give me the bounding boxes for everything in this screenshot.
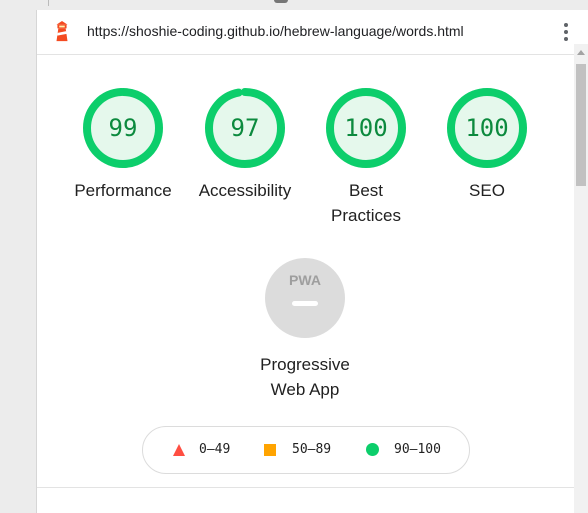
gauge-score: 99 [108, 114, 138, 142]
gauge-label: Best Practices [331, 181, 401, 225]
gauge-label: Progressive Web App [260, 355, 350, 399]
gauge-score: 97 [230, 114, 260, 142]
pwa-na-dash [292, 301, 318, 306]
browser-tab-strip [0, 0, 588, 10]
report-url-bar: https://shoshie-coding.github.io/hebrew-… [37, 10, 588, 55]
gauge-score: 100 [344, 114, 388, 142]
tab-fragment [274, 0, 288, 3]
legend-average-range: 50–89 [292, 442, 332, 457]
pwa-badge-text: PWA [289, 272, 321, 288]
scrollbar[interactable] [574, 44, 588, 513]
scrollbar-thumb[interactable] [576, 64, 586, 186]
gauge-pwa[interactable]: PWA Progressive Web App [253, 258, 357, 402]
gauge-seo[interactable]: 100 SEO [427, 88, 547, 203]
pwa-badge: PWA [265, 258, 345, 338]
gauge-label: Performance [74, 181, 172, 200]
score-legend: 0–49 50–89 90–100 [142, 426, 470, 474]
gauge-accessibility[interactable]: 97 Accessibility [185, 88, 305, 203]
lighthouse-report-panel: https://shoshie-coding.github.io/hebrew-… [36, 10, 588, 513]
legend-fail-range: 0–49 [199, 442, 231, 457]
gauge-label: Accessibility [198, 181, 292, 200]
fail-triangle-icon [173, 444, 185, 456]
report-url[interactable]: https://shoshie-coding.github.io/hebrew-… [87, 23, 464, 39]
gauge-label: SEO [469, 181, 505, 200]
more-vertical-icon[interactable] [563, 21, 569, 43]
gauge-best-practices[interactable]: 100 Best Practices [306, 88, 426, 228]
legend-pass-range: 90–100 [394, 442, 441, 457]
gauge-score: 100 [465, 114, 509, 142]
lighthouse-icon [56, 21, 68, 42]
tab-divider [48, 0, 49, 6]
left-gutter [0, 10, 36, 513]
average-square-icon [264, 444, 276, 456]
pass-circle-icon [366, 443, 379, 456]
gauge-performance[interactable]: 99 Performance [63, 88, 183, 203]
scroll-up-arrow-icon[interactable] [577, 50, 585, 55]
section-divider [37, 487, 575, 488]
